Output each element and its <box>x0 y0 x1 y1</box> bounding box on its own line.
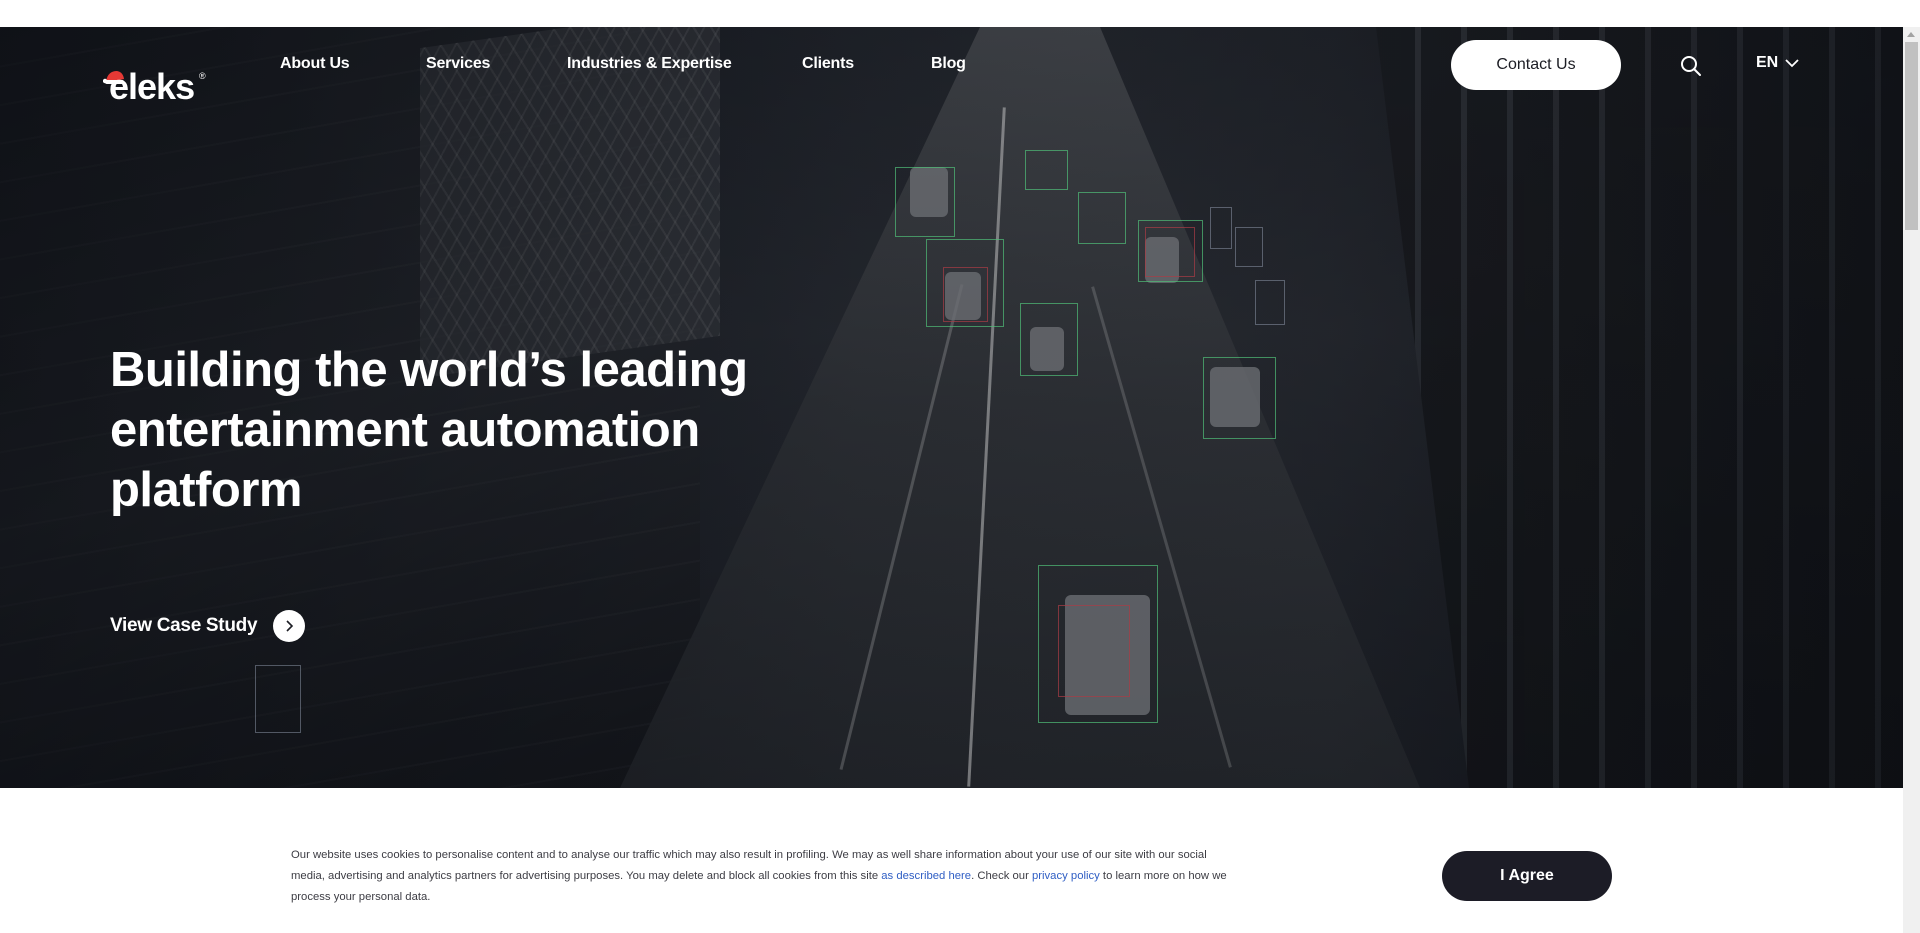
browser-top-strip <box>0 0 1903 27</box>
detection-box <box>1255 280 1285 325</box>
nav-item-about-us[interactable]: About Us <box>280 55 350 73</box>
cookie-text: Our website uses cookies to personalise … <box>291 845 1236 908</box>
hero-title: Building the world’s leading entertainme… <box>110 343 748 517</box>
contact-us-button[interactable]: Contact Us <box>1451 40 1621 90</box>
detection-box <box>895 167 955 237</box>
detection-box <box>1020 303 1078 376</box>
language-label: EN <box>1756 54 1779 71</box>
scrollbar-thumb[interactable] <box>1905 42 1918 230</box>
view-case-study-button[interactable] <box>273 610 306 642</box>
language-selector[interactable]: EN <box>1756 54 1800 72</box>
detection-box <box>255 665 301 733</box>
detection-box <box>943 267 988 322</box>
detection-box <box>1078 192 1126 244</box>
page-scrollbar[interactable] <box>1903 27 1920 933</box>
cookie-banner: Our website uses cookies to personalise … <box>0 788 1903 933</box>
nav-item-industries-expertise[interactable]: Industries & Expertise <box>567 55 732 73</box>
nav-item-services[interactable]: Services <box>426 55 490 73</box>
logo-text: eleks <box>109 66 195 107</box>
cookie-described-here-link[interactable]: as described here <box>881 870 971 882</box>
i-agree-button[interactable]: I Agree <box>1442 851 1612 901</box>
detection-box <box>1203 357 1276 439</box>
view-case-study-link[interactable]: View Case Study <box>110 610 306 642</box>
cookie-text-part: . Check our <box>971 870 1032 882</box>
chevron-right-icon <box>286 620 294 632</box>
hero-section: Building the world’s leading entertainme… <box>0 27 1903 788</box>
detection-box <box>1058 605 1130 697</box>
search-icon[interactable] <box>1680 55 1702 77</box>
detection-box <box>1145 227 1195 277</box>
detection-box <box>1025 150 1068 190</box>
nav-item-clients[interactable]: Clients <box>802 55 854 73</box>
scroll-up-arrow-icon[interactable] <box>1907 32 1915 37</box>
detection-box <box>1235 227 1263 267</box>
registered-mark: ® <box>199 71 206 81</box>
nav-item-blog[interactable]: Blog <box>931 55 966 73</box>
privacy-policy-link[interactable]: privacy policy <box>1032 870 1100 882</box>
view-case-study-label: View Case Study <box>110 615 258 636</box>
detection-box <box>1210 207 1232 249</box>
chevron-down-icon <box>1785 59 1799 68</box>
